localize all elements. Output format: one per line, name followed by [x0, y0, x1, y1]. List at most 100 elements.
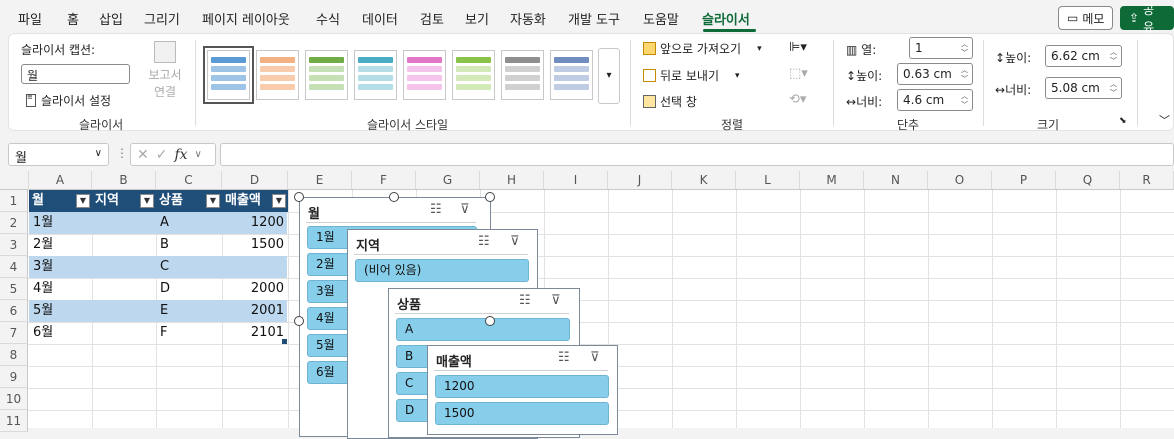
row-header-9[interactable]: 9	[0, 366, 28, 388]
col-header-l[interactable]: L	[736, 171, 800, 190]
slicer-item[interactable]: A	[396, 318, 570, 341]
table-cell[interactable]: 2월	[29, 234, 92, 256]
tab-draw[interactable]: 그리기	[144, 9, 180, 28]
resize-handle[interactable]	[294, 316, 304, 326]
col-header-k[interactable]: K	[672, 171, 736, 190]
clear-filter-icon[interactable]: ⊽	[590, 350, 600, 365]
col-header-f[interactable]: F	[352, 171, 416, 190]
clear-filter-icon[interactable]: ⊽	[510, 234, 520, 249]
table-cell[interactable]: 1200	[222, 212, 288, 234]
table-cell[interactable]: D	[156, 278, 222, 300]
tab-automate[interactable]: 자동화	[510, 9, 546, 28]
bring-forward-button[interactable]: 앞으로 가져오기 ▾	[643, 40, 762, 57]
col-header-q[interactable]: Q	[1056, 171, 1120, 190]
row-header-7[interactable]: 7	[0, 322, 28, 344]
button-width-spinner[interactable]: 4.6 cm ︿ ﹀	[897, 89, 973, 111]
slicer-settings-button[interactable]: ≡ 슬라이서 설정	[26, 92, 111, 109]
table-header-product[interactable]: 상품 ▼	[156, 190, 222, 212]
table-cell[interactable]: 2001	[222, 300, 288, 322]
row-header-2[interactable]: 2	[0, 212, 28, 234]
spin-down-icon[interactable]: ﹀	[961, 75, 968, 83]
tab-data[interactable]: 데이터	[362, 9, 398, 28]
table-cell[interactable]: 1500	[222, 234, 288, 256]
filter-dropdown-icon[interactable]: ▼	[76, 194, 90, 208]
filter-dropdown-icon[interactable]: ▼	[140, 194, 154, 208]
col-header-e[interactable]: E	[288, 171, 352, 190]
name-box[interactable]: 월 ∨	[8, 143, 109, 166]
share-button[interactable]: ⇪ 공유	[1120, 3, 1174, 34]
selection-pane-button[interactable]: 선택 창	[643, 93, 697, 110]
resize-handle[interactable]	[485, 192, 495, 202]
col-header-g[interactable]: G	[416, 171, 480, 190]
table-cell[interactable]: 6월	[29, 322, 92, 344]
spin-down-icon[interactable]: ﹀	[961, 101, 968, 109]
spin-down-icon[interactable]: ﹀	[1110, 89, 1117, 97]
slicer-sales[interactable]: 매출액 ☷ ⊽ 1200 1500	[427, 345, 618, 435]
col-header-b[interactable]: B	[92, 171, 156, 190]
more-icon[interactable]: ⋮	[116, 146, 128, 160]
multi-select-icon[interactable]: ☷	[558, 350, 570, 365]
slicer-caption-input[interactable]: 월	[21, 64, 130, 84]
insert-function-button[interactable]: fx	[174, 147, 187, 163]
button-height-spinner[interactable]: 0.63 cm ︿ ﹀	[897, 63, 973, 85]
send-backward-button[interactable]: 뒤로 보내기 ▾	[643, 67, 740, 84]
table-cell[interactable]: E	[156, 300, 222, 322]
col-header-n[interactable]: N	[864, 171, 928, 190]
row-header-11[interactable]: 11	[0, 410, 28, 432]
filter-dropdown-icon[interactable]: ▼	[272, 194, 286, 208]
resize-handle[interactable]	[389, 192, 399, 202]
slicer-style-orange[interactable]	[256, 50, 299, 100]
spin-up-icon[interactable]: ︿	[961, 66, 968, 74]
col-header-i[interactable]: I	[544, 171, 608, 190]
table-cell[interactable]: B	[156, 234, 222, 256]
filter-dropdown-icon[interactable]: ▼	[206, 194, 220, 208]
table-cell[interactable]: 2000	[222, 278, 288, 300]
formula-input[interactable]	[220, 143, 1174, 166]
resize-handle[interactable]	[294, 192, 304, 202]
row-header-1[interactable]: 1	[0, 190, 28, 212]
col-header-j[interactable]: J	[608, 171, 672, 190]
slicer-height-spinner[interactable]: 6.62 cm ︿ ﹀	[1045, 45, 1122, 67]
row-header-10[interactable]: 10	[0, 388, 28, 410]
table-cell[interactable]: 3월	[29, 256, 92, 278]
table-cell[interactable]: C	[156, 256, 222, 278]
styles-expand-button[interactable]: ▾	[598, 48, 620, 104]
spin-up-icon[interactable]: ︿	[961, 92, 968, 100]
clear-filter-icon[interactable]: ⊽	[460, 202, 470, 217]
table-cell[interactable]: 2101	[222, 322, 288, 344]
spin-up-icon[interactable]: ︿	[961, 40, 968, 48]
col-header-r[interactable]: R	[1120, 171, 1174, 190]
col-header-d[interactable]: D	[222, 171, 288, 190]
slicer-item[interactable]: 1200	[435, 375, 609, 398]
table-cell[interactable]: 1월	[29, 212, 92, 234]
table-cell[interactable]: F	[156, 322, 222, 344]
slicer-style-navy[interactable]	[550, 50, 593, 100]
slicer-width-spinner[interactable]: 5.08 cm ︿ ﹀	[1045, 77, 1122, 99]
col-header-m[interactable]: M	[800, 171, 864, 190]
size-dialog-launcher-icon[interactable]: ⬊	[1119, 116, 1127, 126]
col-header-o[interactable]: O	[928, 171, 992, 190]
chevron-down-icon[interactable]: ∨	[95, 148, 102, 159]
slicer-style-green[interactable]	[305, 50, 348, 100]
tab-insert[interactable]: 삽입	[99, 9, 123, 28]
table-cell[interactable]: A	[156, 212, 222, 234]
tab-formulas[interactable]: 수식	[316, 9, 340, 28]
slicer-style-gray[interactable]	[501, 50, 544, 100]
tab-page-layout[interactable]: 페이지 레이아웃	[202, 9, 290, 28]
chevron-down-icon[interactable]: ∨	[195, 149, 202, 160]
spin-down-icon[interactable]: ﹀	[1110, 57, 1117, 65]
tab-developer[interactable]: 개발 도구	[568, 9, 620, 28]
row-header-4[interactable]: 4	[0, 256, 28, 278]
spin-down-icon[interactable]: ﹀	[961, 49, 968, 57]
multi-select-icon[interactable]: ☷	[519, 293, 531, 308]
tab-view[interactable]: 보기	[465, 9, 489, 28]
memo-button[interactable]: ▭ 메모	[1058, 6, 1114, 30]
spin-up-icon[interactable]: ︿	[1110, 48, 1117, 56]
tab-file[interactable]: 파일	[18, 9, 42, 28]
row-header-6[interactable]: 6	[0, 300, 28, 322]
table-header-region[interactable]: 지역 ▼	[92, 190, 156, 212]
slicer-item[interactable]: 1500	[435, 402, 609, 425]
slicer-style-blue[interactable]	[203, 46, 254, 104]
row-header-3[interactable]: 3	[0, 234, 28, 256]
row-header-8[interactable]: 8	[0, 344, 28, 366]
